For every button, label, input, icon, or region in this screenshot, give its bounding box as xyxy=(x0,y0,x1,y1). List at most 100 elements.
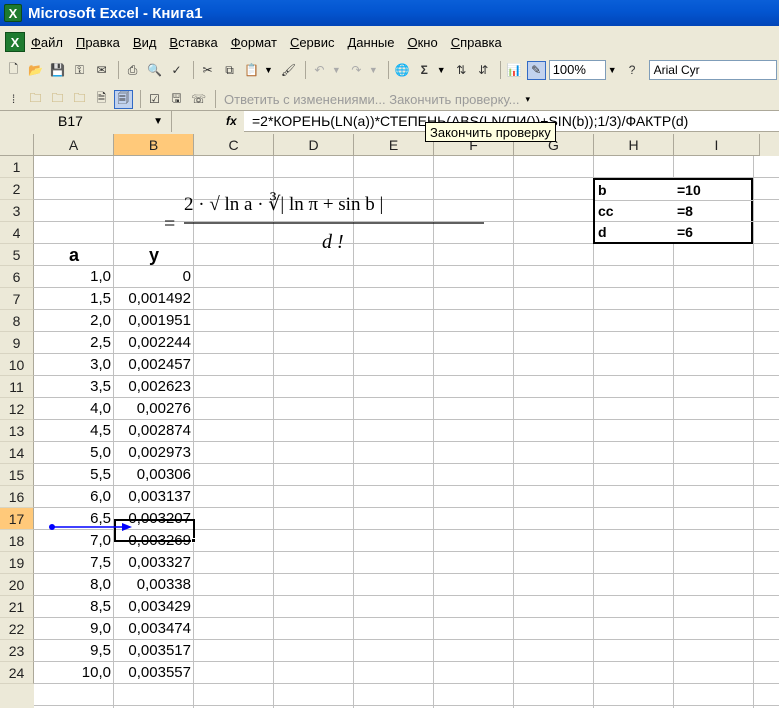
row-header-6[interactable]: 6 xyxy=(0,266,34,288)
cell-y-value[interactable]: 0,003327 xyxy=(114,552,194,574)
row-header-11[interactable]: 11 xyxy=(0,376,34,398)
print-preview-icon[interactable]: 🔍 xyxy=(145,61,164,80)
row-header-22[interactable]: 22 xyxy=(0,618,34,640)
menu-file[interactable]: Файл xyxy=(31,35,63,50)
email-icon[interactable]: ✉ xyxy=(92,61,111,80)
row-header-21[interactable]: 21 xyxy=(0,596,34,618)
new-file-icon[interactable]: 🗋 xyxy=(4,61,23,80)
cell-y-value[interactable]: 0,002244 xyxy=(114,332,194,354)
row-header-1[interactable]: 1 xyxy=(0,156,34,178)
menu-tools[interactable]: Сервис xyxy=(290,35,335,50)
formula-image[interactable]: y = 2 · √ ln a · ∛| ln π + sin b | d ! xyxy=(154,184,524,254)
create-task-icon[interactable]: ☑ xyxy=(145,90,164,109)
reviewing-grip-icon[interactable]: ⁞ xyxy=(4,90,23,109)
row-header-14[interactable]: 14 xyxy=(0,442,34,464)
cell-a-value[interactable]: 2,5 xyxy=(34,332,114,354)
cell-y-value[interactable]: 0,003517 xyxy=(114,640,194,662)
row-header-18[interactable]: 18 xyxy=(0,530,34,552)
cell-y-value[interactable]: 0,002623 xyxy=(114,376,194,398)
toolbar-options-icon[interactable]: ▾ xyxy=(526,94,531,105)
spelling-icon[interactable]: ✓ xyxy=(167,61,186,80)
zoom-dropdown-icon[interactable]: ▼ xyxy=(608,65,617,75)
fill-handle[interactable] xyxy=(191,538,196,543)
font-name-input[interactable]: Arial Cyr xyxy=(648,60,777,80)
cell-y-value[interactable]: 0,003474 xyxy=(114,618,194,640)
cell-a-value[interactable]: 5,0 xyxy=(34,442,114,464)
name-box[interactable]: B17 ▼ xyxy=(0,111,172,132)
sort-ascending-icon[interactable]: ⇅ xyxy=(452,61,471,80)
cell-a-value[interactable]: 7,5 xyxy=(34,552,114,574)
column-header-d[interactable]: D xyxy=(274,134,354,156)
row-header-9[interactable]: 9 xyxy=(0,332,34,354)
cell-a-value[interactable]: 8,0 xyxy=(34,574,114,596)
workbook-icon[interactable]: X xyxy=(5,32,25,52)
show-comment-icon[interactable]: 🗎 xyxy=(92,90,111,109)
menu-window[interactable]: Окно xyxy=(407,35,437,50)
row-header-4[interactable]: 4 xyxy=(0,222,34,244)
menu-view[interactable]: Вид xyxy=(133,35,157,50)
header-a[interactable]: a xyxy=(34,244,114,266)
cell-y-value[interactable]: 0,002457 xyxy=(114,354,194,376)
paste-icon[interactable]: 📋 xyxy=(242,61,261,80)
menu-format[interactable]: Формат xyxy=(231,35,277,50)
cell-y-value[interactable]: 0,003429 xyxy=(114,596,194,618)
cell-y-value[interactable]: 0,001951 xyxy=(114,310,194,332)
row-header-23[interactable]: 23 xyxy=(0,640,34,662)
cell-a-value[interactable]: 3,0 xyxy=(34,354,114,376)
row-header-7[interactable]: 7 xyxy=(0,288,34,310)
cell-y-value[interactable]: 0,003557 xyxy=(114,662,194,684)
row-header-17[interactable]: 17 xyxy=(0,508,34,530)
zoom-input[interactable]: 100% xyxy=(548,60,606,80)
sort-descending-icon[interactable]: ⇵ xyxy=(474,61,493,80)
send-to-recipient-icon[interactable]: ☏ xyxy=(189,90,208,109)
drawing-icon[interactable]: ✎ xyxy=(526,60,546,80)
cell-a-value[interactable]: 4,5 xyxy=(34,420,114,442)
paste-dropdown-icon[interactable]: ▼ xyxy=(264,65,273,75)
cell-a-value[interactable]: 1,5 xyxy=(34,288,114,310)
excel-app-icon[interactable]: X xyxy=(4,4,22,22)
cell-y-value[interactable]: 0,001492 xyxy=(114,288,194,310)
show-all-comments-icon[interactable]: 🗐 xyxy=(114,89,133,109)
cell-y-value[interactable]: 0,00306 xyxy=(114,464,194,486)
cell-a-value[interactable]: 10,0 xyxy=(34,662,114,684)
redo-dropdown-icon[interactable]: ▼ xyxy=(369,65,378,75)
column-header-h[interactable]: H xyxy=(594,134,674,156)
menu-edit[interactable]: Правка xyxy=(76,35,120,50)
row-header-2[interactable]: 2 xyxy=(0,178,34,200)
row-header-13[interactable]: 13 xyxy=(0,420,34,442)
param-row[interactable]: cc =8 xyxy=(595,201,753,222)
worksheet-grid[interactable]: ABCDEFGHI 1 2 3 4 5 6 7 8 9 10 11 12 13 14 15 16 17 18 19 2… xyxy=(0,134,779,708)
cell-a-value[interactable]: 8,5 xyxy=(34,596,114,618)
column-header-b[interactable]: B xyxy=(114,134,194,156)
row-header-20[interactable]: 20 xyxy=(0,574,34,596)
row-header-24[interactable]: 24 xyxy=(0,662,34,684)
hyperlink-icon[interactable]: 🌐 xyxy=(393,61,412,80)
row-header-16[interactable]: 16 xyxy=(0,486,34,508)
column-header-i[interactable]: I xyxy=(674,134,760,156)
menu-help[interactable]: Справка xyxy=(451,35,502,50)
column-header-c[interactable]: C xyxy=(194,134,274,156)
track-changes-icon[interactable]: 🗀 xyxy=(26,90,45,109)
insert-function-button[interactable]: fx xyxy=(172,111,244,132)
undo-icon[interactable]: ↶ xyxy=(310,61,329,80)
update-file-icon[interactable]: 🖫 xyxy=(167,90,186,109)
menu-data[interactable]: Данные xyxy=(347,35,394,50)
row-header-3[interactable]: 3 xyxy=(0,200,34,222)
cell-a-value[interactable]: 3,5 xyxy=(34,376,114,398)
save-icon[interactable]: 💾 xyxy=(48,61,67,80)
cell-area[interactable]: y = 2 · √ ln a · ∛| ln π + sin b | d ! b… xyxy=(34,156,779,708)
redo-icon[interactable]: ↷ xyxy=(347,61,366,80)
cell-a-value[interactable]: 4,0 xyxy=(34,398,114,420)
menu-insert[interactable]: Вставка xyxy=(169,35,217,50)
cell-a-value[interactable]: 9,0 xyxy=(34,618,114,640)
row-header-5[interactable]: 5 xyxy=(0,244,34,266)
previous-comment-icon[interactable]: 🗀 xyxy=(70,90,89,109)
row-header-19[interactable]: 19 xyxy=(0,552,34,574)
cell-y-value[interactable]: 0,00276 xyxy=(114,398,194,420)
print-icon[interactable]: ⎙ xyxy=(123,61,142,80)
name-box-dropdown-icon[interactable]: ▼ xyxy=(153,111,163,132)
open-folder-icon[interactable]: 📂 xyxy=(26,61,45,80)
cell-a-value[interactable]: 5,5 xyxy=(34,464,114,486)
help-icon[interactable]: ? xyxy=(623,61,642,80)
cell-y-value[interactable]: 0 xyxy=(114,266,194,288)
